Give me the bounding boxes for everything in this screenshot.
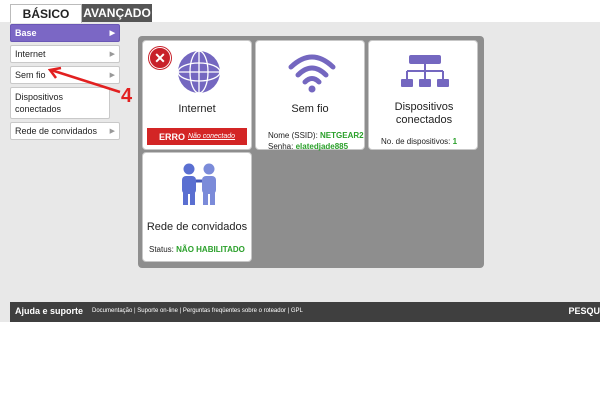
dashboard-panel: ✕ Internet ERRO Não conectado Sem fio No… [138,36,484,268]
sidebar-item-label: Rede de convidados [15,126,98,136]
connected-devices-tile[interactable]: Dispositivos conectados No. de dispositi… [368,40,478,150]
wireless-tile-title: Sem fio [291,103,329,115]
guest-status-row: Status: NÃO HABILITADO [149,245,245,254]
connected-devices-tile-title: Dispositivos conectados [394,101,454,126]
sidebar-item-guest-network[interactable]: Rede de convidados ▶ [10,122,120,140]
help-support-footer: Ajuda e suporte Documentação | Suporte o… [10,302,600,322]
internet-error-label: ERRO [158,131,185,142]
top-tab-bar: BÁSICO AVANÇADO [0,0,600,23]
password-value: elatedjade885 [295,142,349,151]
password-row: Senha: elatedjade885 [268,142,348,151]
wireless-tile[interactable]: Sem fio Nome (SSID): NETGEAR2 Senha: ela… [255,40,365,151]
footer-links: Documentação | Suporte on-line | Pergunt… [92,308,303,314]
ssid-value: NETGEAR2 [320,131,364,140]
guest-status-label: Status: [149,245,174,254]
ssid-row: Nome (SSID): NETGEAR2 [268,131,364,140]
footer-link-gpl[interactable]: GPL [291,308,303,314]
router-network-icon [401,55,449,87]
device-count-row: No. de dispositivos: 1 [381,137,457,146]
chevron-right-icon: ▶ [109,30,115,37]
device-count-value: 1 [452,137,458,146]
guest-network-tile-title: Rede de convidados [146,221,248,233]
footer-search-label[interactable]: PESQU [568,306,600,316]
internet-tile-title: Internet [178,103,216,115]
wifi-icon [288,54,336,93]
chevron-right-icon: ▶ [109,51,115,58]
page-blank-area [0,322,600,400]
sidebar-item-label: Sem fio [15,70,46,80]
sidebar-item-label: Base [15,28,37,38]
tab-advanced[interactable]: AVANÇADO [82,4,152,22]
guest-status-value: NÃO HABILITADO [176,245,245,254]
footer-link-documentation[interactable]: Documentação [92,308,132,314]
tab-basic[interactable]: BÁSICO [10,4,82,23]
footer-link-faq[interactable]: Perguntas freqüentes sobre o roteador [183,308,286,314]
device-count-label: No. de dispositivos: [381,137,451,146]
annotation-step-number: 4 [121,85,133,107]
internet-status-bar: ERRO Não conectado [147,128,247,145]
guest-users-icon [182,163,216,205]
password-label: Senha: [268,142,294,151]
guest-network-tile[interactable]: Rede de convidados Status: NÃO HABILITAD… [142,152,252,262]
globe-icon [177,50,221,94]
internet-tile[interactable]: ✕ Internet ERRO Não conectado [142,40,252,150]
chevron-right-icon: ▶ [109,128,115,135]
sidebar-item-label: Internet [15,49,46,59]
sidebar-item-base[interactable]: Base ▶ [10,24,120,42]
ssid-label: Nome (SSID): [268,131,318,140]
error-icon: ✕ [149,47,171,69]
footer-title: Ajuda e suporte [15,306,84,316]
router-admin-page: BÁSICO AVANÇADO Base ▶ Internet ▶ Sem fi… [0,0,600,400]
sidebar-item-internet[interactable]: Internet ▶ [10,45,120,63]
footer-link-online-support[interactable]: Suporte on-line [137,308,178,314]
internet-error-link[interactable]: Não conectado [188,133,235,140]
